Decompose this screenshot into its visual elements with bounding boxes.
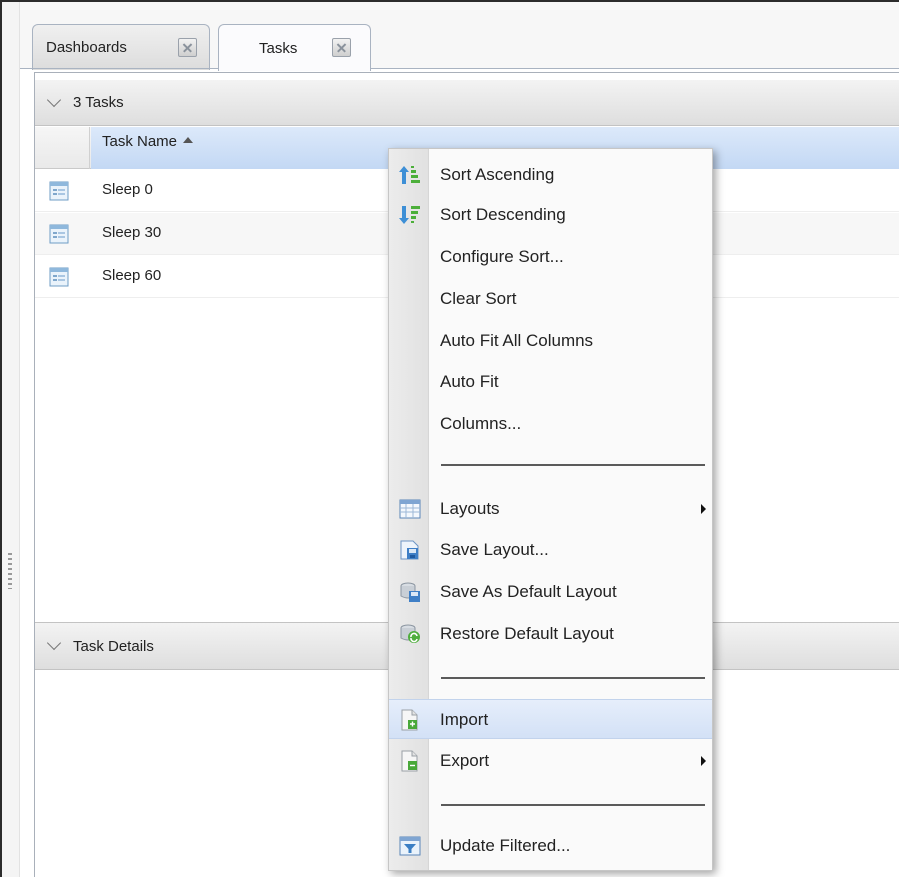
menu-item-label: Import [440, 710, 489, 729]
layouts-icon [399, 498, 421, 525]
menu-item-label: Layouts [440, 499, 500, 518]
menu-item-label: Columns... [440, 414, 522, 433]
app-window: Dashboards Tasks 3 Tasks Task Name Sleep… [0, 0, 899, 877]
menu-separator [441, 677, 705, 679]
menu-item-sort-descending[interactable]: Sort Descending [389, 195, 712, 235]
task-name-cell: Sleep 60 [102, 267, 162, 284]
active-tab-gap [219, 68, 370, 70]
menu-item-label: Sort Ascending [440, 165, 555, 184]
menu-item-auto-fit[interactable]: Auto Fit [389, 362, 712, 402]
save-layout-icon [399, 539, 421, 566]
menu-item-label: Restore Default Layout [440, 624, 614, 643]
menu-item-label: Update Filtered... [440, 836, 571, 855]
menu-item-clear-sort[interactable]: Clear Sort [389, 279, 712, 319]
tab-underline [20, 68, 899, 69]
task-name-cell: Sleep 30 [102, 224, 162, 241]
close-icon[interactable] [332, 38, 351, 57]
menu-item-save-layout[interactable]: Save Layout... [389, 530, 712, 570]
task-name-column-label: Task Name [102, 133, 178, 150]
sort-ascending-indicator-icon [183, 137, 194, 143]
menu-item-save-as-default-layout[interactable]: Save As Default Layout [389, 572, 712, 612]
menu-item-columns[interactable]: Columns... [389, 404, 712, 444]
chevron-down-icon[interactable] [46, 635, 62, 651]
tab-tasks[interactable]: Tasks [218, 24, 371, 71]
task-icon [49, 267, 69, 291]
close-icon[interactable] [178, 38, 197, 57]
menu-separator [441, 464, 705, 466]
menu-item-label: Auto Fit [440, 372, 499, 391]
menu-item-configure-sort[interactable]: Configure Sort... [389, 237, 712, 277]
splitter-handle[interactable] [8, 553, 12, 589]
menu-item-layouts[interactable]: Layouts [389, 489, 712, 529]
task-details-section-title: Task Details [73, 637, 154, 655]
menu-item-import[interactable]: Import [389, 699, 712, 739]
import-icon [399, 709, 421, 736]
submenu-arrow-icon [701, 756, 706, 766]
task-icon [49, 181, 69, 205]
tasks-section-title: 3 Tasks [73, 94, 124, 111]
menu-item-update-filtered[interactable]: Update Filtered... [389, 826, 712, 866]
menu-item-label: Clear Sort [440, 289, 517, 308]
task-name-cell: Sleep 0 [102, 181, 153, 198]
menu-item-export[interactable]: Export [389, 741, 712, 781]
menu-separator [441, 804, 705, 806]
menu-item-label: Configure Sort... [440, 247, 564, 266]
export-icon [399, 750, 421, 777]
submenu-arrow-icon [701, 504, 706, 514]
tab-tasks-label: Tasks [259, 39, 298, 57]
left-gutter [2, 2, 20, 877]
tab-strip: Dashboards Tasks [20, 2, 899, 71]
sort-ascending-icon [399, 164, 421, 191]
tab-dashboards-label: Dashboards [46, 39, 127, 56]
tab-dashboards[interactable]: Dashboards [32, 24, 210, 70]
menu-item-label: Export [440, 751, 490, 770]
menu-item-label: Sort Descending [440, 205, 566, 224]
menu-item-auto-fit-all-columns[interactable]: Auto Fit All Columns [389, 321, 712, 361]
menu-item-restore-default-layout[interactable]: Restore Default Layout [389, 614, 712, 654]
menu-item-label: Auto Fit All Columns [440, 331, 594, 350]
menu-item-sort-ascending[interactable]: Sort Ascending [389, 155, 712, 195]
sort-descending-icon [399, 204, 421, 231]
icon-column-header[interactable] [35, 127, 90, 169]
task-icon [49, 224, 69, 248]
menu-item-label: Save Layout... [440, 540, 549, 559]
tasks-section-header[interactable]: 3 Tasks [35, 80, 899, 126]
update-filtered-icon [399, 835, 421, 862]
chevron-down-icon[interactable] [46, 92, 62, 107]
column-context-menu: Sort Ascending Sort Descending Configure… [388, 148, 713, 871]
save-default-layout-icon [399, 581, 421, 608]
menu-item-label: Save As Default Layout [440, 582, 617, 601]
restore-layout-icon [399, 623, 421, 650]
